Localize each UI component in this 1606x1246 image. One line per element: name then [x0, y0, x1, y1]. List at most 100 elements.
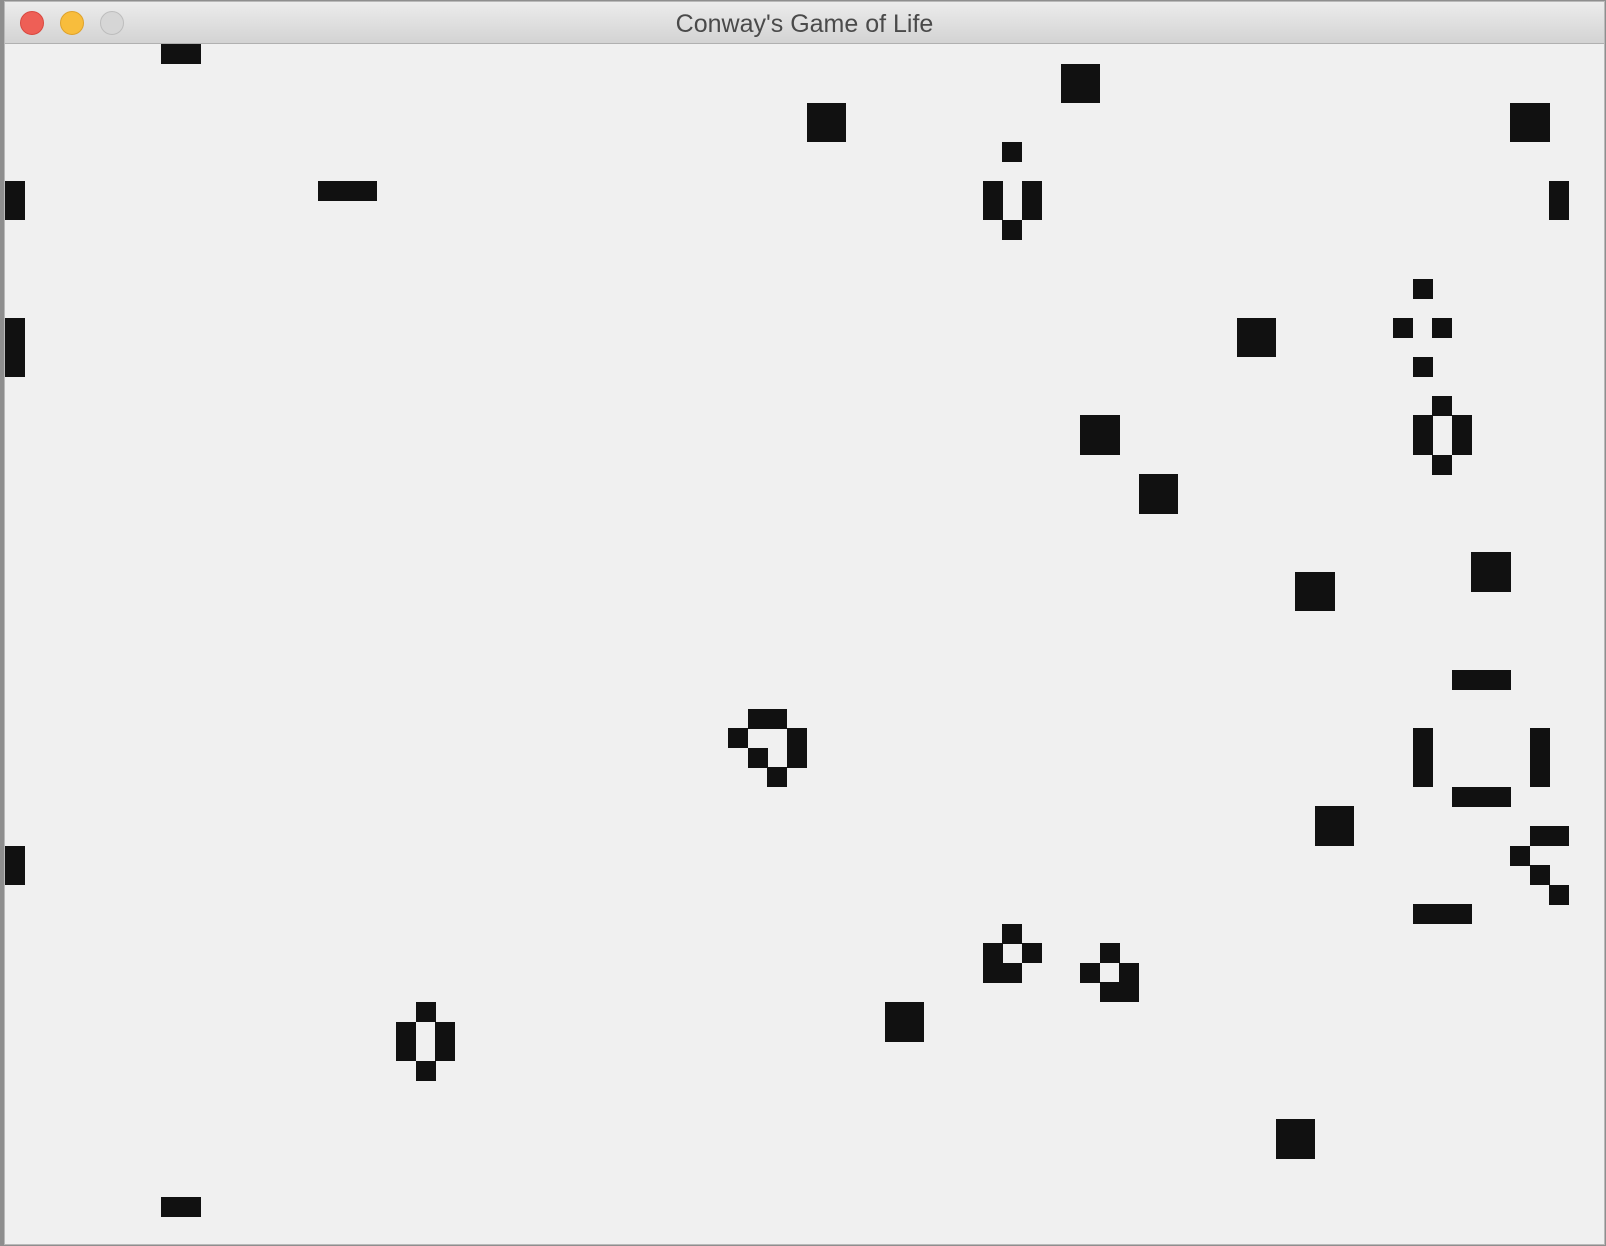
live-cell[interactable]	[983, 943, 1003, 963]
live-cell[interactable]	[5, 181, 25, 201]
live-cell[interactable]	[1080, 415, 1100, 435]
live-cell[interactable]	[1452, 787, 1472, 807]
live-cell[interactable]	[1022, 200, 1042, 220]
live-cell[interactable]	[1080, 963, 1100, 983]
live-cell[interactable]	[1549, 885, 1569, 905]
live-cell[interactable]	[1530, 826, 1550, 846]
live-cell[interactable]	[1061, 64, 1081, 84]
live-cell[interactable]	[1315, 591, 1335, 611]
live-cell[interactable]	[1158, 474, 1178, 494]
live-cell[interactable]	[5, 337, 25, 357]
live-cell[interactable]	[1471, 572, 1491, 592]
live-cell[interactable]	[1510, 103, 1530, 123]
live-cell[interactable]	[1119, 982, 1139, 1002]
live-cell[interactable]	[5, 357, 25, 377]
live-cell[interactable]	[1413, 435, 1433, 455]
live-cell[interactable]	[904, 1022, 924, 1042]
live-cell[interactable]	[337, 181, 357, 201]
live-cell[interactable]	[396, 1022, 416, 1042]
live-cell[interactable]	[1100, 943, 1120, 963]
live-cell[interactable]	[1002, 220, 1022, 240]
live-cell[interactable]	[1510, 122, 1530, 142]
live-cell[interactable]	[1315, 572, 1335, 592]
live-cell[interactable]	[1452, 904, 1472, 924]
live-cell[interactable]	[983, 200, 1003, 220]
live-cell[interactable]	[1491, 670, 1511, 690]
live-cell[interactable]	[885, 1022, 905, 1042]
live-cell[interactable]	[1530, 122, 1550, 142]
live-cell[interactable]	[1471, 787, 1491, 807]
live-cell[interactable]	[181, 44, 201, 64]
live-cell[interactable]	[1295, 591, 1315, 611]
live-cell[interactable]	[161, 1197, 181, 1217]
live-cell[interactable]	[1334, 826, 1354, 846]
live-cell[interactable]	[904, 1002, 924, 1022]
live-cell[interactable]	[1413, 728, 1433, 748]
live-cell[interactable]	[728, 728, 748, 748]
live-cell[interactable]	[1002, 963, 1022, 983]
live-cell[interactable]	[1510, 846, 1530, 866]
live-cell[interactable]	[5, 846, 25, 866]
live-cell[interactable]	[1158, 494, 1178, 514]
live-cell[interactable]	[1061, 83, 1081, 103]
live-cell[interactable]	[1413, 279, 1433, 299]
live-cell[interactable]	[1413, 904, 1433, 924]
live-cell[interactable]	[1334, 806, 1354, 826]
live-cell[interactable]	[983, 181, 1003, 201]
live-cell[interactable]	[1237, 337, 1257, 357]
live-cell[interactable]	[767, 767, 787, 787]
live-cell[interactable]	[748, 748, 768, 768]
live-cell[interactable]	[1452, 670, 1472, 690]
live-cell[interactable]	[1080, 83, 1100, 103]
live-cell[interactable]	[357, 181, 377, 201]
live-cell[interactable]	[416, 1002, 436, 1022]
live-cell[interactable]	[826, 103, 846, 123]
live-cell[interactable]	[5, 200, 25, 220]
live-cell[interactable]	[1530, 748, 1550, 768]
live-cell[interactable]	[1315, 826, 1335, 846]
live-cell[interactable]	[435, 1022, 455, 1042]
live-cell[interactable]	[826, 122, 846, 142]
live-cell[interactable]	[1413, 357, 1433, 377]
live-cell[interactable]	[1100, 435, 1120, 455]
live-cell[interactable]	[1432, 318, 1452, 338]
live-cell[interactable]	[1100, 982, 1120, 1002]
live-cell[interactable]	[1080, 435, 1100, 455]
live-cell[interactable]	[807, 122, 827, 142]
live-cell[interactable]	[1276, 1139, 1296, 1159]
live-cell[interactable]	[318, 181, 338, 201]
live-cell[interactable]	[807, 103, 827, 123]
live-cell[interactable]	[1256, 318, 1276, 338]
live-cell[interactable]	[1002, 924, 1022, 944]
live-cell[interactable]	[885, 1002, 905, 1022]
live-cell[interactable]	[1119, 963, 1139, 983]
live-cell[interactable]	[1432, 455, 1452, 475]
live-cell[interactable]	[1080, 64, 1100, 84]
live-cell[interactable]	[1432, 396, 1452, 416]
live-cell[interactable]	[1237, 318, 1257, 338]
live-cell[interactable]	[1452, 435, 1472, 455]
live-cell[interactable]	[1413, 415, 1433, 435]
live-cell[interactable]	[1139, 494, 1159, 514]
live-cell[interactable]	[1256, 337, 1276, 357]
live-cell[interactable]	[5, 865, 25, 885]
live-cell[interactable]	[787, 748, 807, 768]
live-cell[interactable]	[396, 1041, 416, 1061]
live-cell[interactable]	[1471, 552, 1491, 572]
live-cell[interactable]	[767, 709, 787, 729]
live-cell[interactable]	[1100, 415, 1120, 435]
live-cell[interactable]	[983, 963, 1003, 983]
live-cell[interactable]	[1413, 767, 1433, 787]
live-cell[interactable]	[1549, 200, 1569, 220]
live-cell[interactable]	[5, 318, 25, 338]
live-cell[interactable]	[1471, 670, 1491, 690]
live-cell[interactable]	[1491, 552, 1511, 572]
live-cell[interactable]	[787, 728, 807, 748]
live-cell[interactable]	[1452, 415, 1472, 435]
live-cell[interactable]	[161, 44, 181, 64]
life-grid[interactable]	[5, 44, 1604, 1244]
live-cell[interactable]	[1530, 103, 1550, 123]
live-cell[interactable]	[1530, 865, 1550, 885]
live-cell[interactable]	[1022, 181, 1042, 201]
live-cell[interactable]	[1491, 572, 1511, 592]
